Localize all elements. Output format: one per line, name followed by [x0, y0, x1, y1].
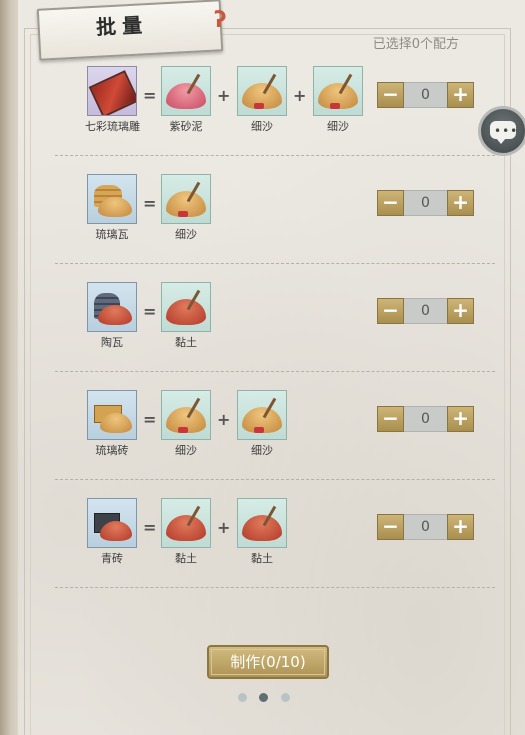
row-divider	[55, 587, 495, 588]
increase-button[interactable]: +	[447, 514, 474, 540]
result-label: 琉璃瓦	[95, 228, 129, 241]
recipe-row: 青砖 = 黏土 + 黏土 − 0 +	[0, 498, 525, 606]
equals-sign: =	[143, 194, 157, 213]
row-divider	[55, 371, 495, 372]
plus-sign: +	[217, 410, 231, 429]
result-slot[interactable]: 琉璃瓦	[85, 174, 139, 242]
row-divider	[55, 263, 495, 264]
quantity-stepper: − 0 +	[377, 190, 475, 216]
ingredient-slot[interactable]: 细沙	[159, 174, 213, 242]
result-label: 琉璃砖	[95, 444, 129, 457]
quantity-value: 0	[404, 514, 447, 540]
decrease-button[interactable]: −	[377, 190, 404, 216]
recipe-row: 陶瓦 = 黏土 − 0 +	[0, 282, 525, 390]
quantity-value: 0	[404, 82, 447, 108]
quantity-stepper: − 0 +	[377, 298, 475, 324]
ingredient-slot[interactable]: 细沙	[159, 390, 213, 458]
clay-icon	[237, 498, 287, 548]
purple-clay-icon	[161, 66, 211, 116]
fine-sand-icon	[237, 66, 287, 116]
result-label: 七彩琉璃雕	[85, 120, 140, 133]
result-slot[interactable]: 琉璃砖	[85, 390, 139, 458]
quantity-stepper: − 0 +	[377, 406, 475, 432]
quantity-value: 0	[404, 298, 447, 324]
page-dot-active[interactable]	[259, 693, 268, 702]
equals-sign: =	[143, 86, 157, 105]
recipe-row: 琉璃砖 = 细沙 + 细沙 − 0 +	[0, 390, 525, 498]
ingredient-slot[interactable]: 细沙	[311, 66, 365, 134]
recipe-row: 琉璃瓦 = 细沙 − 0 +	[0, 174, 525, 282]
glazed-tile-icon	[87, 174, 137, 224]
result-slot[interactable]: 青砖	[85, 498, 139, 566]
equals-sign: =	[143, 410, 157, 429]
fine-sand-icon	[161, 390, 211, 440]
decrease-button[interactable]: −	[377, 514, 404, 540]
plus-sign: +	[293, 86, 307, 105]
decrease-button[interactable]: −	[377, 82, 404, 108]
fine-sand-icon	[161, 174, 211, 224]
fine-sand-icon	[237, 390, 287, 440]
blue-brick-icon	[87, 498, 137, 548]
glazed-brick-icon	[87, 390, 137, 440]
decrease-button[interactable]: −	[377, 298, 404, 324]
fine-sand-icon	[313, 66, 363, 116]
result-slot[interactable]: 七彩琉璃雕	[85, 66, 140, 134]
ingredient-slot[interactable]: 紫砂泥	[159, 66, 213, 134]
result-label: 青砖	[101, 552, 123, 565]
ingredient-label: 细沙	[175, 228, 197, 241]
increase-button[interactable]: +	[447, 406, 474, 432]
increase-button[interactable]: +	[447, 190, 474, 216]
ingredient-label: 细沙	[175, 444, 197, 457]
ingredient-label: 黏土	[175, 336, 197, 349]
equals-sign: =	[143, 302, 157, 321]
row-divider	[55, 155, 495, 156]
ingredient-slot[interactable]: 黏土	[159, 498, 213, 566]
page-dot[interactable]	[281, 693, 290, 702]
quantity-value: 0	[404, 406, 447, 432]
page-dot[interactable]	[238, 693, 247, 702]
ribbon-icon: ʔ	[214, 8, 227, 33]
plus-sign: +	[217, 518, 231, 537]
selected-count-text: 已选择0个配方	[372, 37, 459, 52]
clay-icon	[161, 282, 211, 332]
ingredient-slot[interactable]: 细沙	[235, 390, 289, 458]
ingredient-label: 黏土	[251, 552, 273, 565]
plus-sign: +	[217, 86, 231, 105]
result-label: 陶瓦	[101, 336, 123, 349]
row-divider	[55, 479, 495, 480]
batch-tab-title: 批量	[95, 12, 149, 40]
ingredient-label: 紫砂泥	[169, 120, 203, 133]
pottery-tile-icon	[87, 282, 137, 332]
ingredient-label: 黏土	[175, 552, 197, 565]
quantity-stepper: − 0 +	[377, 514, 475, 540]
colored-glaze-carving-icon	[87, 66, 137, 116]
increase-button[interactable]: +	[447, 298, 474, 324]
ingredient-slot[interactable]: 细沙	[235, 66, 289, 134]
ingredient-label: 细沙	[251, 120, 273, 133]
equals-sign: =	[143, 518, 157, 537]
ingredient-slot[interactable]: 黏土	[235, 498, 289, 566]
increase-button[interactable]: +	[447, 82, 474, 108]
quantity-stepper: − 0 +	[377, 82, 475, 108]
ingredient-label: 细沙	[327, 120, 349, 133]
ingredient-slot[interactable]: 黏土	[159, 282, 213, 350]
result-slot[interactable]: 陶瓦	[85, 282, 139, 350]
page-indicator	[238, 693, 292, 703]
make-button[interactable]: 制作(0/10)	[207, 645, 329, 679]
ingredient-label: 细沙	[251, 444, 273, 457]
clay-icon	[161, 498, 211, 548]
quantity-value: 0	[404, 190, 447, 216]
recipe-row: 七彩琉璃雕 = 紫砂泥 + 细沙 + 细沙 − 0 +	[0, 66, 525, 174]
decrease-button[interactable]: −	[377, 406, 404, 432]
